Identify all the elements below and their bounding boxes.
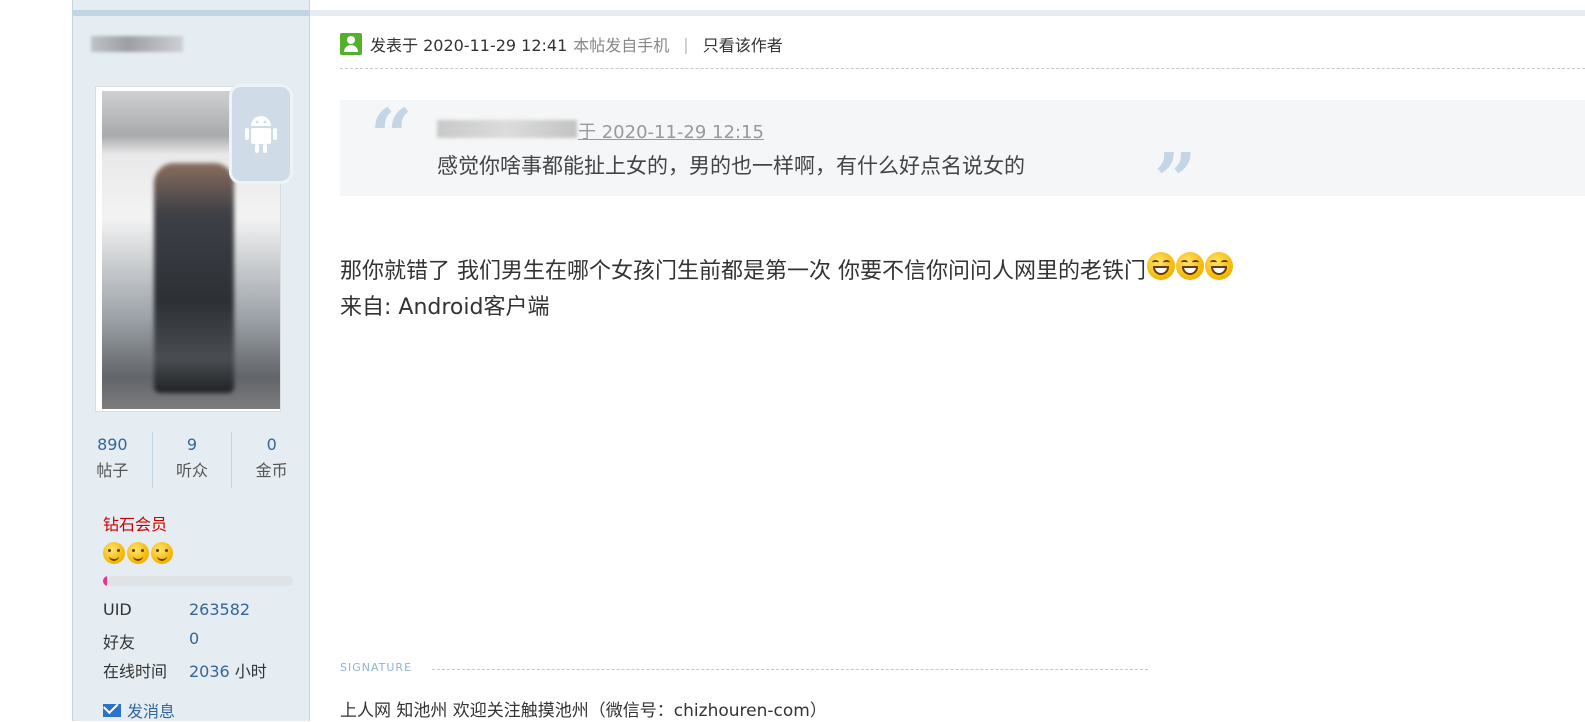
quote-block: “ 于 2020-11-29 12:15 感觉你啥事都能扯上女的，男的也一样啊，… [340,94,1585,218]
only-author-link[interactable]: 只看该作者 [703,32,783,56]
left-gutter [0,0,72,721]
post-body-line: 那你就错了 我们男生在哪个女孩门生前都是第一次 你要不信你问问人网里的老铁门 [340,252,1233,290]
rank-progress-bar [103,576,293,586]
author-sidebar: 890 帖子 9 听众 0 金币 钻石会员 UID 263582 好友 0 在线… [72,0,311,722]
stat-posts[interactable]: 890 帖子 [73,432,152,488]
info-friends-value[interactable]: 0 [189,629,199,653]
stat-posts-label: 帖子 [96,461,129,480]
post-body-text: 那你就错了 我们男生在哪个女孩门生前都是第一次 你要不信你问问人网里的老铁门 [340,259,1146,284]
stat-coins-label: 金币 [255,461,288,480]
info-online-value: 2036 小时 [189,658,267,682]
online-unit: 小时 [229,662,267,681]
laugh-emoji-icon [1147,252,1175,280]
signature-divider [432,669,1148,670]
author-name-redacted[interactable] [91,36,183,52]
rank-progress-fill [103,576,107,586]
post-timestamp: 发表于 2020-11-29 12:41 [370,36,568,55]
sidebar-top-divider [73,10,311,16]
post-content: 那你就错了 我们男生在哪个女孩门生前都是第一次 你要不信你问问人网里的老铁门 来… [340,252,1233,326]
send-message-label: 发消息 [127,702,176,721]
post-top-divider [310,10,1585,16]
android-mobile-icon [229,84,293,184]
post-source: 来自: Android客户端 [340,295,550,320]
send-message-link[interactable]: 发消息 [103,698,175,722]
rank-smiley-icon [103,542,125,564]
avatar-figure [154,163,234,393]
info-row-uid: UID 263582 [103,600,250,619]
rank-smiley-icon [127,542,149,564]
laugh-emoji-icon [1205,252,1233,280]
header-separator: | [683,34,689,54]
quote-text: 感觉你啥事都能扯上女的，男的也一样啊，有什么好点名说女的 [437,154,1025,178]
signature-text[interactable]: 上人网 知池州 欢迎关注触摸池州（微信号：chizhouren-com） [340,696,827,721]
stat-followers[interactable]: 9 听众 [151,432,232,488]
info-friends-key: 好友 [103,633,136,652]
stat-followers-label: 听众 [176,461,209,480]
quote-link[interactable]: 于 2020-11-29 12:15 [578,118,764,144]
info-uid-key: UID [103,600,132,619]
online-hours: 2036 [189,662,230,681]
stat-followers-value[interactable]: 9 [153,432,232,458]
member-group-name[interactable]: 钻石会员 [103,511,167,535]
author-stats: 890 帖子 9 听众 0 金币 [73,432,311,488]
stat-coins-value[interactable]: 0 [232,432,311,458]
header-divider [340,68,1585,69]
via-mobile-label[interactable]: 本帖发自手机 [573,32,669,56]
post-header: 发表于 2020-11-29 12:41 本帖发自手机 | 只看该作者 [340,32,783,56]
signature-label: SIGNATURE [340,661,413,674]
mail-icon [103,703,121,717]
info-row-friends: 好友 0 [103,629,199,653]
stat-coins[interactable]: 0 金币 [231,432,311,488]
user-online-icon [340,33,362,55]
android-robot-icon [245,116,277,153]
laugh-emoji-icon [1176,252,1204,280]
rank-smiley-icon [151,542,173,564]
open-quote-icon: “ [370,94,413,180]
info-row-online-time: 在线时间 2036 小时 [103,658,267,682]
stat-posts-value[interactable]: 890 [73,432,152,458]
quoted-author-redacted [437,120,577,138]
info-uid-value[interactable]: 263582 [189,600,250,619]
rank-stars [103,542,173,564]
close-quote-icon: ” [1154,138,1197,224]
info-online-key: 在线时间 [103,662,168,681]
